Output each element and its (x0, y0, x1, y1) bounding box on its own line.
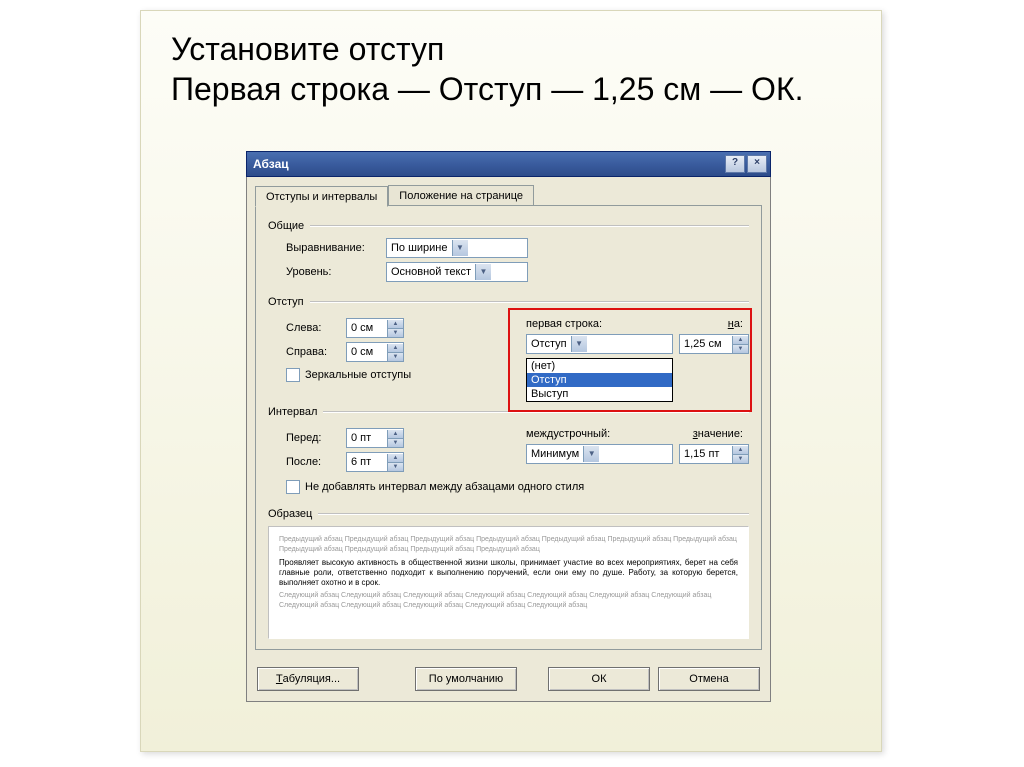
firstline-combo[interactable]: Отступ▼ (526, 334, 673, 354)
spacing-after-spinner[interactable]: 6 пт ▲▼ (346, 452, 404, 472)
linespacing-at-value: 1,15 пт (680, 448, 732, 460)
indent-right-spinner[interactable]: 0 см ▲▼ (346, 342, 404, 362)
chevron-down-icon: ▼ (583, 446, 599, 462)
preview-main: Проявляет высокую активность в обществен… (279, 558, 738, 588)
section-spacing: Интервал (268, 406, 749, 418)
dialog-body: Отступы и интервалы Положение на страниц… (246, 177, 771, 702)
titlebar[interactable]: Абзац ? × (246, 151, 771, 177)
spin-up-icon[interactable]: ▲ (388, 344, 403, 352)
firstline-by-spinner[interactable]: 1,25 см ▲▼ (679, 334, 749, 354)
nosamestyle-label: Не добавлять интервал между абзацами одн… (305, 481, 584, 493)
section-general: Общие (268, 220, 749, 232)
spacing-after-label: После: (286, 456, 346, 468)
indent-left-label: Слева: (286, 322, 346, 334)
close-button[interactable]: × (747, 155, 767, 173)
spin-up-icon[interactable]: ▲ (733, 336, 748, 344)
section-preview: Образец (268, 508, 749, 520)
linespacing-at-label: значение: (693, 428, 743, 440)
firstline-option-outdent[interactable]: Выступ (527, 387, 672, 401)
linespacing-label: междустрочный: (526, 428, 610, 440)
section-preview-label: Образец (268, 508, 312, 520)
indent-left-spinner[interactable]: 0 см ▲▼ (346, 318, 404, 338)
slide-background: Установите отступ Первая строка — Отступ… (140, 10, 882, 752)
tabs-button[interactable]: Табуляция... (257, 667, 359, 691)
tab-indents[interactable]: Отступы и интервалы (255, 186, 388, 207)
nosamestyle-checkbox[interactable] (286, 480, 300, 494)
default-button[interactable]: По умолчанию (415, 667, 517, 691)
spin-down-icon[interactable]: ▼ (733, 344, 748, 353)
ok-button[interactable]: ОК (548, 667, 650, 691)
titlebar-title: Абзац (253, 157, 289, 171)
firstline-option-none[interactable]: (нет) (527, 359, 672, 373)
instruction-line2: Первая строка — Отступ — 1,25 см — ОК. (171, 71, 803, 107)
firstline-dropdown[interactable]: (нет) Отступ Выступ (526, 358, 673, 402)
instruction-text: Установите отступ Первая строка — Отступ… (171, 29, 803, 109)
firstline-value: Отступ (527, 338, 571, 350)
spacing-before-spinner[interactable]: 0 пт ▲▼ (346, 428, 404, 448)
spin-down-icon[interactable]: ▼ (388, 328, 403, 337)
tab-strip: Отступы и интервалы Положение на страниц… (247, 177, 770, 206)
firstline-by-value: 1,25 см (680, 338, 732, 350)
outline-level-combo[interactable]: Основной текст▼ (386, 262, 528, 282)
tab-panel: Общие Выравнивание: По ширине▼ Уровень: … (255, 205, 762, 650)
firstline-option-indent[interactable]: Отступ (527, 373, 672, 387)
mirror-indents-label: Зеркальные отступы (305, 369, 411, 381)
spacing-after-value: 6 пт (347, 456, 387, 468)
instruction-line1: Установите отступ (171, 31, 444, 67)
chevron-down-icon: ▼ (475, 264, 491, 280)
linespacing-at-spinner[interactable]: 1,15 пт ▲▼ (679, 444, 749, 464)
spin-up-icon[interactable]: ▲ (388, 320, 403, 328)
button-bar: Табуляция... По умолчанию ОК Отмена (247, 659, 770, 701)
chevron-down-icon: ▼ (452, 240, 468, 256)
firstline-label: первая строка: (526, 318, 602, 330)
alignment-value: По ширине (387, 242, 452, 254)
preview-prev: Предыдущий абзац Предыдущий абзац Предыд… (279, 535, 738, 555)
spin-up-icon[interactable]: ▲ (733, 446, 748, 454)
outline-level-label: Уровень: (286, 266, 386, 278)
alignment-combo[interactable]: По ширине▼ (386, 238, 528, 258)
spin-down-icon[interactable]: ▼ (388, 438, 403, 447)
help-button[interactable]: ? (725, 155, 745, 173)
chevron-down-icon: ▼ (571, 336, 587, 352)
section-indent: Отступ (268, 296, 749, 308)
spin-up-icon[interactable]: ▲ (388, 430, 403, 438)
paragraph-dialog: Абзац ? × Отступы и интервалы Положение … (246, 151, 771, 702)
alignment-label: Выравнивание: (286, 242, 386, 254)
preview-next: Следующий абзац Следующий абзац Следующи… (279, 591, 738, 611)
indent-right-value: 0 см (347, 346, 387, 358)
linespacing-combo[interactable]: Минимум▼ (526, 444, 673, 464)
section-indent-label: Отступ (268, 296, 304, 308)
cancel-button[interactable]: Отмена (658, 667, 760, 691)
tab-pageposition[interactable]: Положение на странице (388, 185, 534, 206)
indent-right-label: Справа: (286, 346, 346, 358)
spin-up-icon[interactable]: ▲ (388, 454, 403, 462)
spin-down-icon[interactable]: ▼ (733, 454, 748, 463)
spin-down-icon[interactable]: ▼ (388, 462, 403, 471)
mirror-indents-checkbox[interactable] (286, 368, 300, 382)
spacing-before-label: Перед: (286, 432, 346, 444)
firstline-by-label: на: (728, 318, 743, 330)
outline-level-value: Основной текст (387, 266, 475, 278)
linespacing-value: Минимум (527, 448, 583, 460)
section-general-label: Общие (268, 220, 304, 232)
indent-left-value: 0 см (347, 322, 387, 334)
section-spacing-label: Интервал (268, 406, 317, 418)
spin-down-icon[interactable]: ▼ (388, 352, 403, 361)
spacing-before-value: 0 пт (347, 432, 387, 444)
preview-box: Предыдущий абзац Предыдущий абзац Предыд… (268, 526, 749, 639)
